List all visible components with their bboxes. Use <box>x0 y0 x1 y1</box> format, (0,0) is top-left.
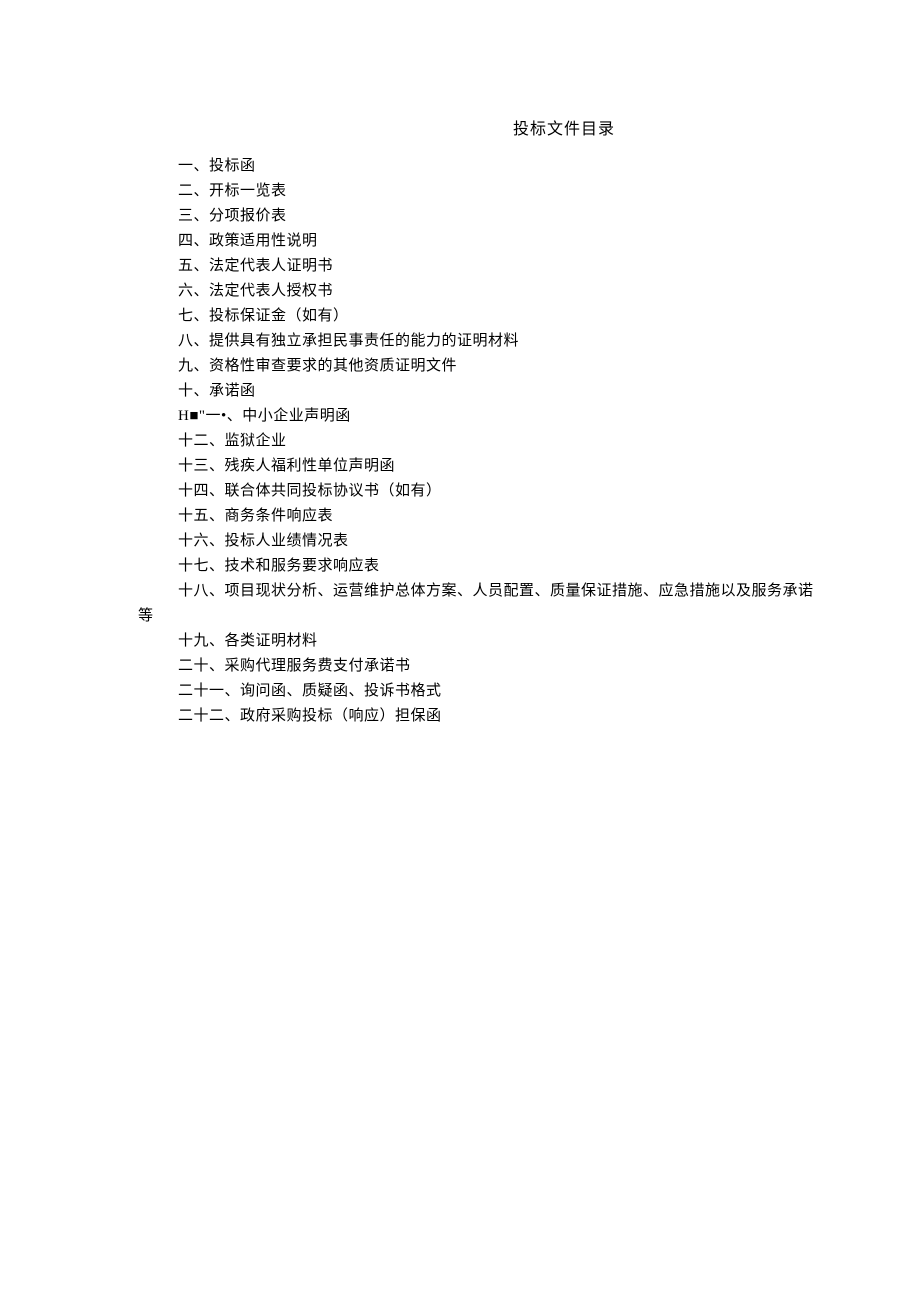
toc-item: 十四、联合体共同投标协议书（如有） <box>178 479 860 504</box>
toc-item: 二十二、政府采购投标（响应）担保函 <box>178 704 860 729</box>
toc-item: 二十一、询问函、质疑函、投诉书格式 <box>178 679 860 704</box>
toc-item: 八、提供具有独立承担民事责任的能力的证明材料 <box>178 329 860 354</box>
toc-item: 十七、技术和服务要求响应表 <box>178 554 860 579</box>
toc-item: 六、法定代表人授权书 <box>178 279 860 304</box>
toc-item: 十六、投标人业绩情况表 <box>178 529 860 554</box>
toc-item: H■"一•、中小企业声明函 <box>178 404 860 429</box>
toc-item: 五、法定代表人证明书 <box>178 254 860 279</box>
toc-item: 十五、商务条件响应表 <box>178 504 860 529</box>
page-title: 投标文件目录 <box>268 115 860 139</box>
toc-item: 九、资格性审查要求的其他资质证明文件 <box>178 354 860 379</box>
toc-item: 十二、监狱企业 <box>178 429 860 454</box>
toc-item: 七、投标保证金（如有） <box>178 304 860 329</box>
toc-item: 十三、残疾人福利性单位声明函 <box>178 454 860 479</box>
toc-item: 十、承诺函 <box>178 379 860 404</box>
toc-continuation: 等 <box>138 604 860 629</box>
toc-item: 四、政策适用性说明 <box>178 229 860 254</box>
toc-item: 一、投标函 <box>178 154 860 179</box>
toc-item: 二十、采购代理服务费支付承诺书 <box>178 654 860 679</box>
toc-item: 二、开标一览表 <box>178 179 860 204</box>
toc-item: 十八、项目现状分析、运营维护总体方案、人员配置、质量保证措施、应急措施以及服务承… <box>178 579 860 604</box>
toc-item: 十九、各类证明材料 <box>178 629 860 654</box>
toc-item: 三、分项报价表 <box>178 204 860 229</box>
